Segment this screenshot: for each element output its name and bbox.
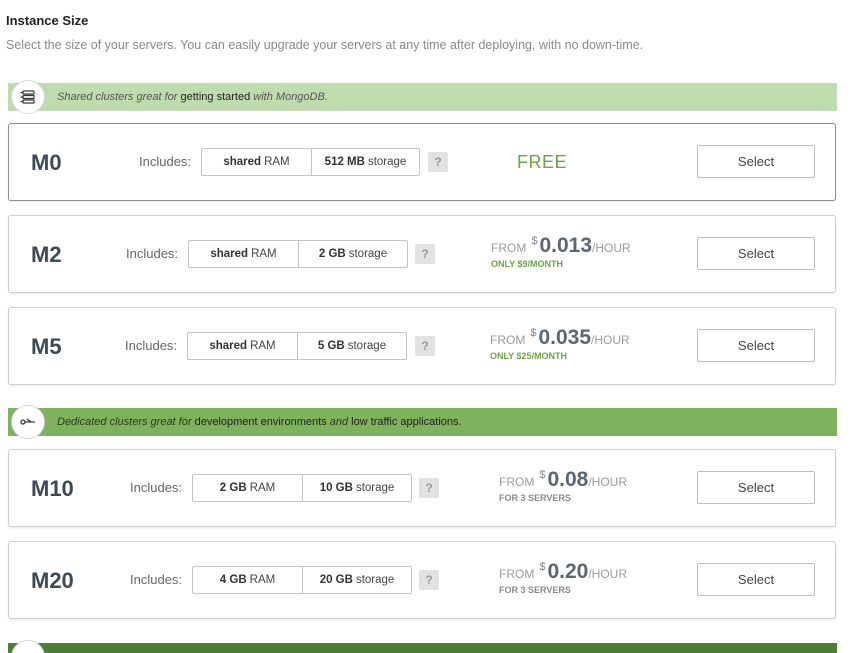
ram-spec: 4 GB RAM	[219, 574, 276, 586]
storage-spec: 512 MB storage	[311, 149, 419, 175]
price-note: FOR 3 SERVERS	[499, 585, 571, 595]
select-button[interactable]: Select	[697, 329, 815, 362]
ram-spec: 2 GB RAM	[219, 482, 276, 494]
tier-name: M2	[31, 242, 62, 267]
banner-icon	[11, 640, 45, 653]
next-clusters-banner	[8, 640, 837, 653]
hourly-price: FROM $0.08/HOUR	[499, 468, 627, 491]
help-icon[interactable]: ?	[415, 244, 435, 264]
tier-name: M0	[31, 150, 62, 175]
tier-name: M20	[31, 568, 74, 593]
select-button[interactable]: Select	[697, 471, 815, 504]
includes-label: Includes:	[126, 246, 179, 261]
tier-card-m5[interactable]: M5 Includes: shared RAM 5 GB storage ? FRO…	[8, 307, 836, 385]
storage-spec: 20 GB storage	[302, 567, 411, 593]
spec-box: shared RAM 2 GB storage	[188, 240, 408, 268]
spec-box: 4 GB RAM 20 GB storage	[192, 566, 412, 594]
price-note: ONLY $9/MONTH	[491, 259, 564, 269]
shared-clusters-banner: Shared clusters great for getting starte…	[8, 80, 837, 114]
ram-spec: shared RAM	[209, 340, 276, 352]
spec-box: shared RAM 512 MB storage	[201, 148, 420, 176]
select-button[interactable]: Select	[697, 145, 815, 178]
ram-spec: shared RAM	[210, 248, 277, 260]
includes-label: Includes:	[125, 338, 178, 353]
tier-name: M5	[31, 334, 62, 359]
ram-spec: shared RAM	[223, 156, 290, 168]
includes-label: Includes:	[139, 154, 192, 169]
hourly-price: FROM $0.20/HOUR	[499, 560, 627, 583]
server-stack-icon	[11, 80, 45, 114]
tier-card-m0[interactable]: M0 Includes: shared RAM 512 MB storage ? F…	[8, 123, 836, 201]
help-icon[interactable]: ?	[428, 152, 448, 172]
free-price: FREE	[517, 152, 568, 172]
help-icon[interactable]: ?	[419, 478, 439, 498]
instance-size-title: Instance Size	[6, 13, 89, 28]
storage-spec: 2 GB storage	[298, 241, 407, 267]
dedicated-clusters-banner-text: Dedicated clusters great for development…	[57, 416, 462, 428]
scissors-icon	[11, 405, 45, 439]
storage-spec: 10 GB storage	[302, 475, 411, 501]
hourly-price: FROM $0.013/HOUR	[491, 234, 631, 257]
tier-card-m20[interactable]: M20 Includes: 4 GB RAM 20 GB storage ? FRO…	[8, 541, 836, 619]
select-button[interactable]: Select	[697, 237, 815, 270]
storage-spec: 5 GB storage	[297, 333, 406, 359]
shared-clusters-banner-text: Shared clusters great for getting starte…	[57, 91, 328, 103]
spec-box: shared RAM 5 GB storage	[187, 332, 407, 360]
tier-card-m2[interactable]: M2 Includes: shared RAM 2 GB storage ? FRO…	[8, 215, 836, 293]
dedicated-clusters-banner: Dedicated clusters great for development…	[8, 405, 837, 439]
tier-card-m10[interactable]: M10 Includes: 2 GB RAM 10 GB storage ? FRO…	[8, 449, 836, 527]
help-icon[interactable]: ?	[419, 570, 439, 590]
instance-size-description: Select the size of your servers. You can…	[6, 38, 644, 52]
tier-name: M10	[31, 476, 74, 501]
help-icon[interactable]: ?	[415, 336, 435, 356]
price-note: FOR 3 SERVERS	[499, 493, 571, 503]
includes-label: Includes:	[130, 572, 183, 587]
hourly-price: FROM $0.035/HOUR	[490, 326, 630, 349]
price-note: ONLY $25/MONTH	[490, 351, 568, 361]
includes-label: Includes:	[130, 480, 183, 495]
select-button[interactable]: Select	[697, 563, 815, 596]
spec-box: 2 GB RAM 10 GB storage	[192, 474, 412, 502]
